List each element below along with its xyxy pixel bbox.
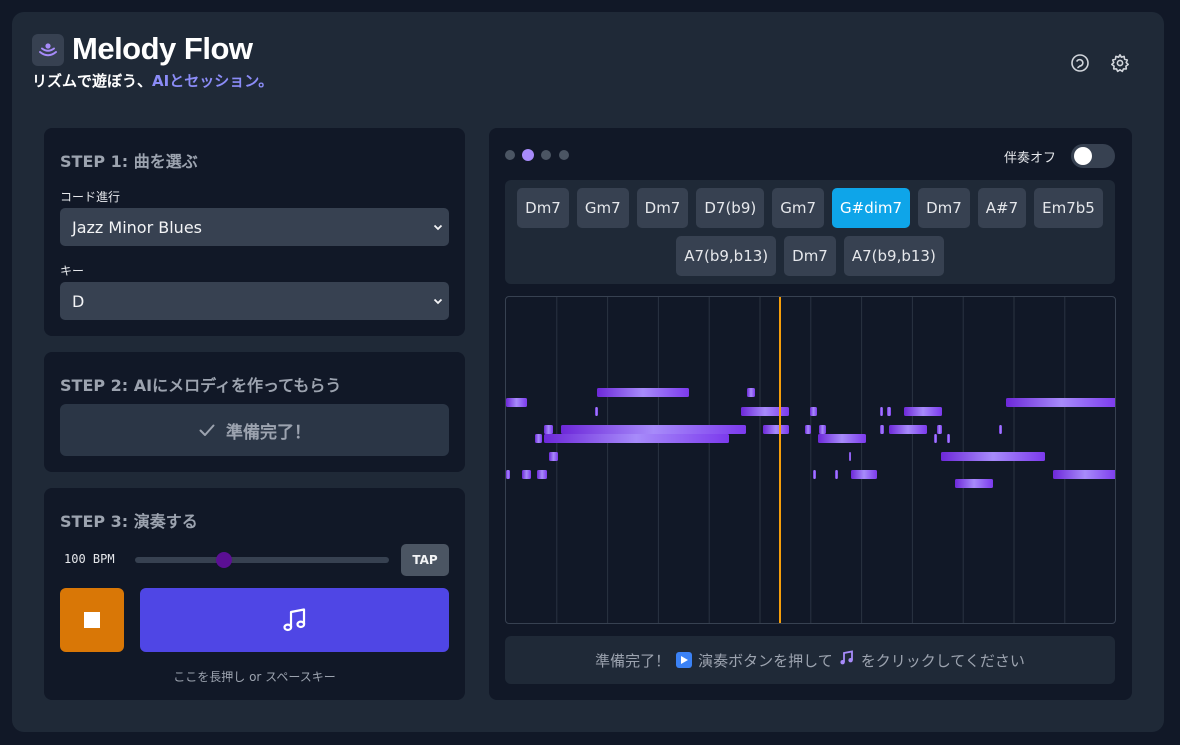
melody-note xyxy=(999,425,1002,434)
key-label: キー xyxy=(60,264,85,278)
play-hint: ここを長押し or スペースキー xyxy=(173,670,336,684)
step3-card: STEP 3: 演奏する 100 BPM TAP ここを長押し or スペースキ… xyxy=(44,488,465,700)
progression-value: Jazz Minor Blues xyxy=(72,217,202,237)
refresh-icon[interactable] xyxy=(1069,52,1091,74)
melody-note xyxy=(544,425,553,434)
step1-card: STEP 1: 曲を選ぶ コード進行 Jazz Minor Blues キー D xyxy=(44,128,465,336)
melody-note xyxy=(889,425,927,434)
tagline-accent: AIとセッション。 xyxy=(152,72,274,90)
melody-note xyxy=(549,452,558,461)
chord-chip[interactable]: A7(b9,b13) xyxy=(843,236,944,276)
piano-roll-canvas xyxy=(506,297,1115,623)
melody-note xyxy=(947,434,950,443)
status-middle: 演奏ボタンを押して xyxy=(698,651,833,670)
chevron-down-icon xyxy=(433,224,443,231)
bpm-label: 100 BPM xyxy=(64,552,115,566)
generate-status: 準備完了！ xyxy=(226,422,311,443)
melody-note xyxy=(818,434,866,443)
melody-note xyxy=(880,407,883,416)
status-after: をクリックしてください xyxy=(860,651,1025,670)
accompaniment-label: 伴奏オフ xyxy=(1004,151,1057,166)
melody-note xyxy=(506,398,527,407)
progression-label: コード進行 xyxy=(60,190,121,204)
generate-melody-button[interactable]: 準備完了！ xyxy=(60,404,449,456)
chord-chip[interactable]: D7(b9) xyxy=(696,188,765,228)
tagline-main: リズムで遊ぼう、 xyxy=(32,72,153,90)
toggle-knob xyxy=(1074,147,1092,165)
step2-title: STEP 2: AIにメロディを作ってもらう xyxy=(60,376,342,395)
melody-note xyxy=(851,470,877,479)
chord-chip[interactable]: Gm7 xyxy=(576,188,629,228)
melody-note xyxy=(506,470,510,479)
music-note-icon xyxy=(839,650,855,670)
melody-note xyxy=(1053,470,1115,479)
melody-note xyxy=(1006,398,1115,407)
chord-progression: Dm7 Gm7 Dm7 D7(b9) Gm7 G#dim7 Dm7 A#7 Em7b5 A7(b… xyxy=(505,180,1115,284)
melody-note xyxy=(904,407,942,416)
melody-note xyxy=(561,425,746,434)
melody-note xyxy=(595,407,598,416)
app-title: Melody Flow xyxy=(72,31,253,66)
chevron-down-icon xyxy=(433,298,443,305)
melody-note xyxy=(810,407,817,416)
melody-note xyxy=(941,452,1045,461)
tap-tempo-button[interactable]: TAP xyxy=(401,544,449,576)
melody-note xyxy=(887,407,891,416)
melody-note xyxy=(934,434,937,443)
melody-note xyxy=(537,470,547,479)
melody-note xyxy=(849,452,851,461)
chord-row: Dm7 Gm7 Dm7 D7(b9) Gm7 G#dim7 Dm7 A#7 Em7b5 xyxy=(505,188,1115,228)
page-dot-3[interactable] xyxy=(541,150,551,160)
bpm-slider[interactable] xyxy=(135,552,389,568)
status-before: 準備完了！ xyxy=(595,651,671,670)
step1-title: STEP 1: 曲を選ぶ xyxy=(60,152,198,171)
chord-chip[interactable]: Gm7 xyxy=(772,188,825,228)
melody-note xyxy=(597,388,689,397)
melody-note xyxy=(880,425,884,434)
step2-card: STEP 2: AIにメロディを作ってもらう 準備完了！ xyxy=(44,352,465,472)
chord-row: A7(b9,b13) Dm7 A7(b9,b13) xyxy=(505,236,1115,276)
piano-roll xyxy=(505,296,1116,624)
chord-chip[interactable]: A#7 xyxy=(977,188,1027,228)
step3-title: STEP 3: 演奏する xyxy=(60,512,198,531)
melody-note xyxy=(937,425,942,434)
tagline: リズムで遊ぼう、AIとセッション。 xyxy=(32,70,273,91)
melody-note xyxy=(544,434,729,443)
chord-chip[interactable]: Dm7 xyxy=(636,188,689,228)
logo-icon xyxy=(32,34,64,66)
key-select[interactable]: D xyxy=(60,282,449,320)
progression-select[interactable]: Jazz Minor Blues xyxy=(60,208,449,246)
melody-note xyxy=(763,425,789,434)
melody-note xyxy=(741,407,789,416)
melody-note xyxy=(535,434,542,443)
check-icon xyxy=(199,424,215,436)
page-dot-2[interactable] xyxy=(522,149,534,161)
play-button-icon xyxy=(676,652,693,668)
chord-chip[interactable]: Em7b5 xyxy=(1034,188,1103,228)
stop-icon xyxy=(84,612,100,628)
page-dot-4[interactable] xyxy=(559,150,569,160)
key-value: D xyxy=(72,291,85,311)
melody-note xyxy=(835,470,838,479)
music-note-icon xyxy=(282,608,305,632)
chord-chip[interactable]: Dm7 xyxy=(784,236,836,276)
chord-chip[interactable]: Dm7 xyxy=(918,188,970,228)
melody-note xyxy=(955,479,993,488)
accompaniment-toggle[interactable] xyxy=(1071,144,1115,168)
stop-button[interactable] xyxy=(60,588,124,652)
gear-icon[interactable] xyxy=(1109,52,1131,74)
status-bar: 準備完了！ 演奏ボタンを押して をクリックしてください xyxy=(505,636,1115,684)
chord-chip[interactable]: G#dim7 xyxy=(832,188,911,228)
chord-chip[interactable]: Dm7 xyxy=(517,188,569,228)
melody-note xyxy=(522,470,531,479)
bpm-slider-thumb[interactable] xyxy=(215,552,232,568)
play-note-button[interactable] xyxy=(140,588,449,652)
page-dot-1[interactable] xyxy=(505,150,515,160)
melody-note xyxy=(813,470,816,479)
chord-chip[interactable]: A7(b9,b13) xyxy=(676,236,777,276)
melody-note xyxy=(819,425,826,434)
melody-note xyxy=(747,388,755,397)
melody-note xyxy=(805,425,811,434)
